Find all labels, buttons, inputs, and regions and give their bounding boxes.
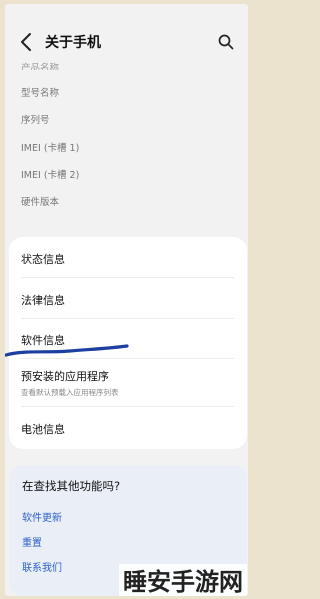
menu-item-battery-info[interactable]: 电池信息: [21, 421, 236, 437]
info-item-hardware-version: 硬件版本: [21, 197, 60, 208]
menu-item-legal-info[interactable]: 法律信息: [21, 292, 236, 308]
back-arrow-icon[interactable]: [18, 31, 36, 53]
menu-item-preinstalled-apps[interactable]: 预安装的应用程序 查看默认预载入应用程序列表: [21, 368, 236, 398]
contact-us-link[interactable]: 联系我们: [22, 559, 62, 574]
divider: [21, 406, 234, 407]
reset-link[interactable]: 重置: [22, 534, 42, 549]
menu-item-label: 法律信息: [21, 294, 65, 307]
info-item-product-name: 产品名称: [21, 63, 60, 70]
page-title: 关于手机: [45, 35, 101, 51]
info-item-imei-1: IMEI (卡槽 1): [21, 143, 80, 154]
menu-item-status-info[interactable]: 状态信息: [21, 251, 236, 267]
info-item-imei-2: IMEI (卡槽 2): [21, 170, 80, 181]
watermark-text: 睡安手游网: [119, 564, 247, 596]
menu-item-subtitle: 查看默认预载入应用程序列表: [21, 388, 119, 397]
annotation-underline-mark: [5, 344, 129, 357]
divider: [21, 277, 234, 278]
menu-item-label: 状态信息: [21, 253, 65, 266]
info-item-serial-number: 序列号: [21, 115, 50, 126]
info-item-model-name: 型号名称: [21, 88, 60, 99]
menu-item-label: 预安装的应用程序: [21, 370, 109, 383]
top-app-bar: 关于手机: [5, 26, 248, 60]
software-update-link[interactable]: 软件更新: [22, 509, 62, 524]
about-phone-screen: 关于手机 产品名称 型号名称 序列号 IMEI (卡槽 1) IMEI (卡槽 …: [5, 4, 248, 596]
search-icon[interactable]: [217, 33, 235, 51]
suggestions-title: 在查找其他功能吗?: [22, 479, 121, 493]
divider: [21, 318, 234, 319]
menu-item-label: 电池信息: [21, 423, 65, 436]
